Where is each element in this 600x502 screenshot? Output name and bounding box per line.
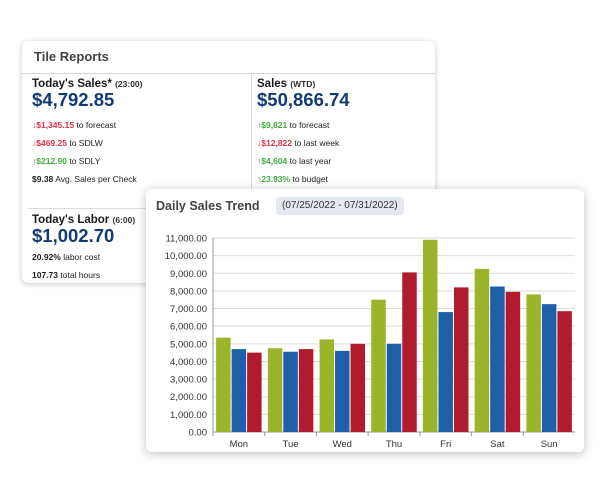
sales-wtd-lines: ↑$9,821 to forecast ↓$12,822 to last wee…: [257, 116, 350, 188]
todays-sales-line: ↓$469.25 to SDLW: [32, 134, 142, 152]
todays-sales-line: $9.38 Avg. Sales per Check: [32, 170, 142, 188]
chart-bar: [335, 350, 350, 432]
y-tick-label: 6,000.00: [170, 322, 207, 333]
todays-sales-line: ↓$1,345.15 to forecast: [32, 116, 142, 134]
y-tick-label: 2,000.00: [170, 392, 207, 403]
sales-wtd-line: ↑23.93% to budget: [257, 170, 350, 188]
y-tick-label: 4,000.00: [170, 357, 207, 368]
sales-wtd-tile[interactable]: Sales (WTD) $50,866.74 ↑$9,821 to foreca…: [257, 78, 350, 188]
x-tick-label: Wed: [333, 439, 352, 450]
line-text: to forecast: [76, 120, 117, 130]
sales-wtd-time: (WTD): [290, 79, 316, 89]
todays-labor-time: (6:00): [112, 215, 136, 225]
sales-bar-chart: 11,000.00 10,000.00 9,000.00 8,000.00 7,000.…: [165, 234, 575, 450]
chart-bar: [371, 299, 386, 432]
chart-bar: [422, 239, 438, 432]
tile-divider-vertical: [251, 75, 252, 190]
todays-sales-tile[interactable]: Today's Sales* (23:00) $4,792.85 ↓$1,345…: [32, 78, 142, 188]
y-tick-label: 7,000.00: [170, 304, 207, 315]
line-text: to budget: [292, 174, 328, 184]
chart-bar: [505, 291, 521, 432]
todays-labor-line: 20.92% labor cost: [32, 248, 135, 266]
todays-sales-lines: ↓$1,345.15 to forecast ↓$469.25 to SDLW …: [32, 116, 142, 188]
y-tick-label: 10,000.00: [165, 251, 207, 262]
todays-sales-line: ↑$212.90 to SDLY: [32, 152, 142, 170]
y-tick-label: 0.00: [189, 428, 208, 439]
line-text: to SDLW: [69, 138, 103, 148]
chart-bar: [474, 268, 490, 432]
x-tick-label: Mon: [230, 439, 248, 450]
line-amount: $4,604: [261, 156, 288, 166]
line-amount: $1,345.15: [36, 120, 75, 130]
chart-bar: [319, 339, 335, 432]
chart-bar: [267, 348, 283, 432]
x-tick-label: Tue: [283, 439, 299, 450]
line-amount: 23.93%: [261, 174, 291, 184]
sales-wtd-line: ↓$12,822 to last week: [257, 134, 350, 152]
x-tick-label: Sat: [490, 439, 505, 450]
chart-bar: [231, 349, 247, 432]
sales-wtd-line: ↑$4,604 to last year: [257, 152, 350, 170]
line-amount: 20.92%: [32, 252, 61, 262]
line-amount: 107.73: [32, 270, 58, 280]
y-tick-label: 1,000.00: [170, 410, 207, 421]
line-amount: $212.90: [36, 156, 67, 166]
chart-bar: [453, 287, 469, 432]
tile-reports-title: Tile Reports: [22, 41, 435, 74]
chart-bar: [386, 343, 402, 432]
sales-wtd-value: $50,866.74: [257, 89, 350, 110]
chart-bar: [350, 343, 366, 432]
chart-bar: [216, 337, 231, 432]
chart-bar: [490, 286, 505, 432]
y-tick-label: 3,000.00: [170, 375, 207, 386]
todays-sales-time: (23:00): [115, 79, 143, 89]
line-amount: $9.38: [32, 174, 54, 184]
line-text: total hours: [60, 270, 101, 280]
chart-bar: [526, 294, 541, 432]
chart-bar: [541, 304, 557, 432]
line-amount: $9,821: [261, 120, 288, 130]
line-amount: $12,822: [261, 138, 292, 148]
chart-bar: [557, 311, 572, 432]
chart-bar: [283, 351, 298, 432]
todays-labor-line: 107.73 total hours: [32, 266, 135, 283]
chart-bar: [247, 352, 262, 432]
line-text: to SDLY: [69, 156, 101, 166]
chart-bar: [298, 349, 314, 432]
x-tick-label: Sun: [541, 439, 558, 450]
todays-sales-value: $4,792.85: [32, 89, 115, 110]
y-tick-label: 8,000.00: [170, 286, 207, 297]
line-amount: $469.25: [36, 138, 67, 148]
x-tick-label: Thu: [386, 439, 402, 450]
todays-labor-lines: 20.92% labor cost 107.73 total hours: [32, 248, 135, 283]
y-tick-label: 9,000.00: [170, 269, 207, 280]
chart-bar: [438, 312, 453, 432]
sales-wtd-line: ↑$9,821 to forecast: [257, 116, 350, 134]
chart-bar: [402, 272, 417, 432]
daily-sales-trend-card: Daily Sales Trend (07/25/2022 - 07/31/20…: [146, 189, 584, 452]
line-text: labor cost: [63, 252, 101, 262]
line-text: to last year: [289, 156, 332, 166]
line-text: to last week: [294, 138, 340, 148]
todays-labor-tile[interactable]: Today's Labor (6:00) $1,002.70 20.92% la…: [32, 214, 135, 283]
line-text: Avg. Sales per Check: [55, 174, 137, 184]
y-tick-label: 11,000.00: [165, 234, 207, 245]
line-text: to forecast: [289, 120, 330, 130]
todays-labor-value: $1,002.70: [32, 225, 115, 246]
y-tick-label: 5,000.00: [170, 339, 207, 350]
x-tick-label: Fri: [440, 439, 451, 450]
